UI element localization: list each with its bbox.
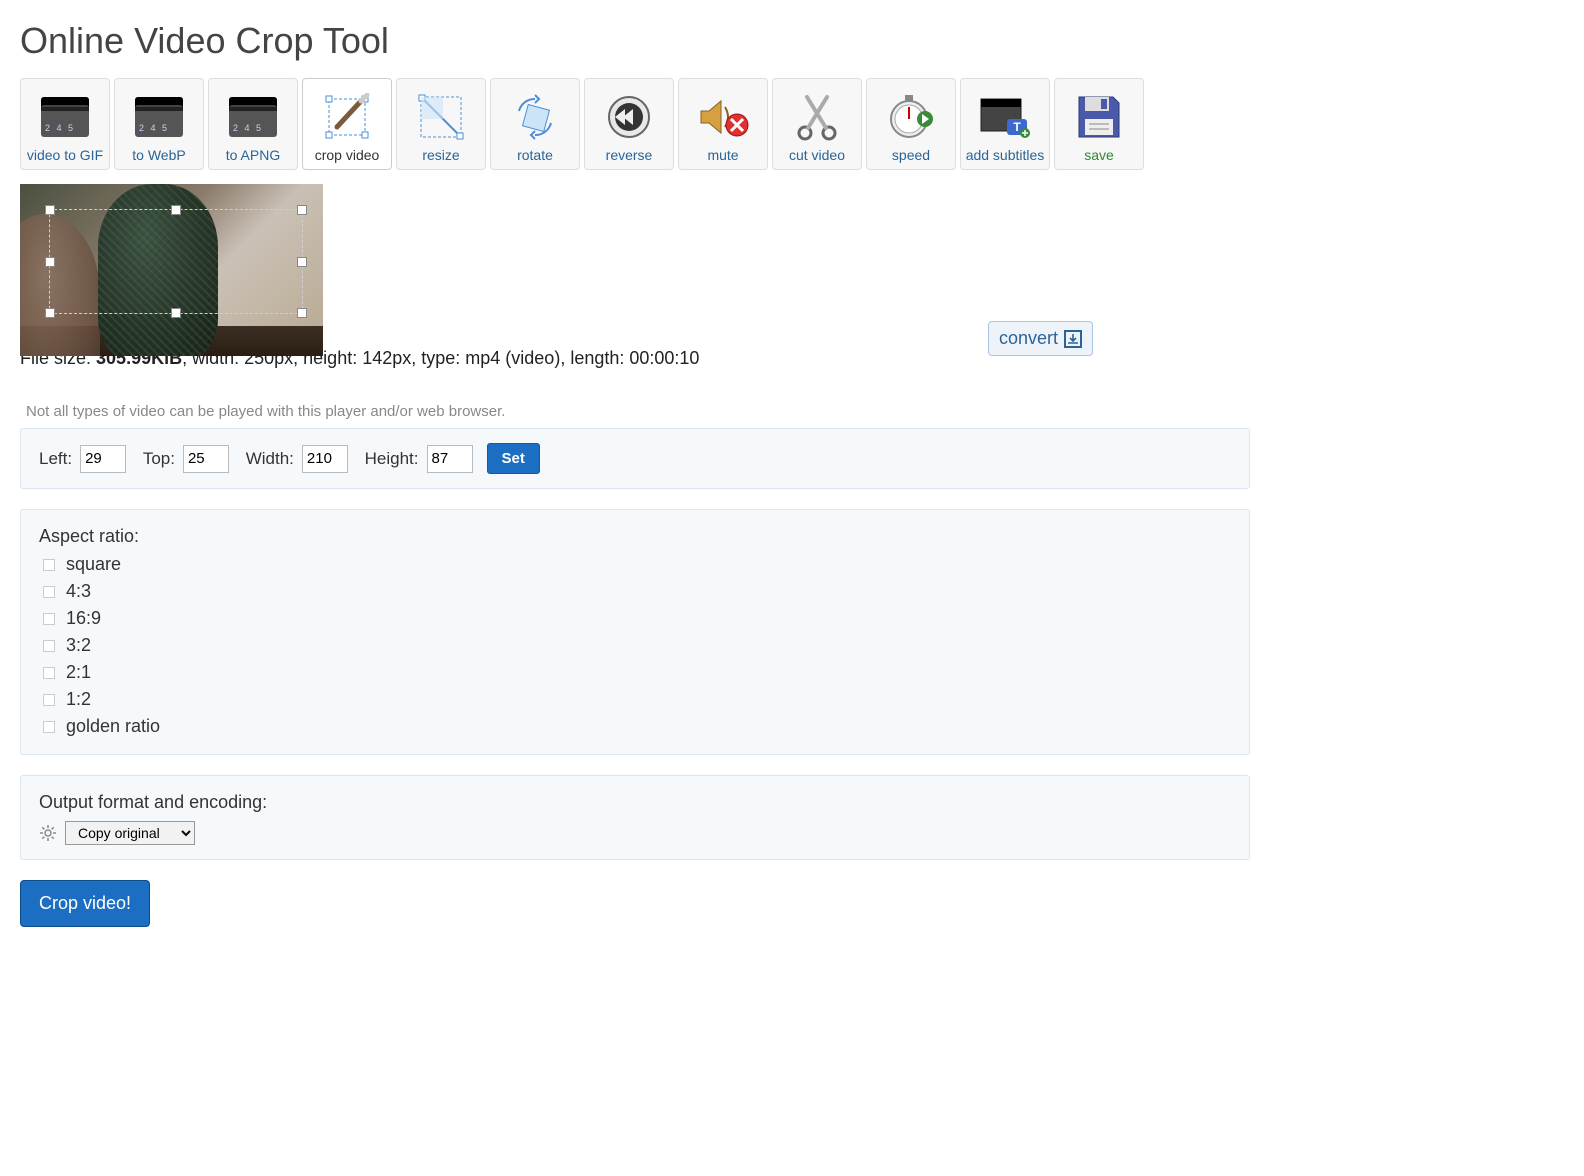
aspect-ratio-title: Aspect ratio: [39,526,1231,547]
tool-save[interactable]: save [1054,78,1144,170]
width-input[interactable] [302,445,348,473]
tool-label: resize [422,147,459,163]
aspect-option: 2:1 [39,659,1231,686]
aspect-checkbox-21[interactable] [43,667,55,679]
aspect-checkbox-32[interactable] [43,640,55,652]
height-input[interactable] [427,445,473,473]
output-format-panel: Output format and encoding: Copy origina… [20,775,1250,860]
tool-videotogif[interactable]: video to GIF [20,78,110,170]
videotogif-icon [39,91,91,143]
aspect-label: 2:1 [66,659,91,686]
tool-label: crop video [315,147,380,163]
aspect-option: golden ratio [39,713,1231,740]
aspect-label: golden ratio [66,713,160,740]
width-label: Width: [246,449,294,469]
aspect-option: 4:3 [39,578,1231,605]
mute-icon [697,91,749,143]
preview-area [20,184,323,356]
tool-label: to WebP [132,147,185,163]
tool-label: mute [707,147,738,163]
coordinates-panel: Left: Top: Width: Height: Set [20,428,1250,489]
tool-label: cut video [789,147,845,163]
aspect-label: 4:3 [66,578,91,605]
tool-label: add subtitles [966,147,1045,163]
set-button[interactable]: Set [487,443,540,474]
tool-reverse[interactable]: reverse [584,78,674,170]
tool-label: rotate [517,147,553,163]
left-input[interactable] [80,445,126,473]
crop-handle-e[interactable] [297,257,307,267]
resize-icon [415,91,467,143]
aspect-label: 16:9 [66,605,101,632]
tool-cropvideo[interactable]: crop video [302,78,392,170]
aspect-label: square [66,551,121,578]
tool-resize[interactable]: resize [396,78,486,170]
tool-mute[interactable]: mute [678,78,768,170]
aspect-option: 16:9 [39,605,1231,632]
cutvideo-icon [791,91,843,143]
aspect-checkbox-square[interactable] [43,559,55,571]
convert-label: convert [999,328,1058,349]
aspect-checkbox-169[interactable] [43,613,55,625]
save-icon [1073,91,1125,143]
top-label: Top: [143,449,175,469]
crop-handle-sw[interactable] [45,308,55,318]
crop-video-button[interactable]: Crop video! [20,880,150,927]
gear-icon [39,824,57,842]
aspect-checkbox-goldenratio[interactable] [43,721,55,733]
tool-rotate[interactable]: rotate [490,78,580,170]
page-title: Online Video Crop Tool [20,20,1564,62]
crop-handle-se[interactable] [297,308,307,318]
aspect-checkbox-12[interactable] [43,694,55,706]
aspect-ratio-panel: Aspect ratio: square4:316:93:22:11:2gold… [20,509,1250,755]
tool-label: to APNG [226,147,280,163]
reverse-icon [603,91,655,143]
toolbar: video to GIF to WebP to APNG crop video resi… [20,78,1564,170]
tool-cutvideo[interactable]: cut video [772,78,862,170]
player-note: Not all types of video can be played wit… [26,403,1564,420]
tool-towebp[interactable]: to WebP [114,78,204,170]
video-preview[interactable] [20,184,323,356]
aspect-checkbox-43[interactable] [43,586,55,598]
tool-speed[interactable]: speed [866,78,956,170]
tool-label: reverse [606,147,653,163]
download-icon [1064,330,1082,348]
toapng-icon [227,91,279,143]
aspect-label: 3:2 [66,632,91,659]
tool-addsubtitles[interactable]: Tadd subtitles [960,78,1050,170]
convert-button[interactable]: convert [988,321,1093,356]
speed-icon [885,91,937,143]
tool-label: speed [892,147,930,163]
output-format-title: Output format and encoding: [39,792,1231,813]
tool-toapng[interactable]: to APNG [208,78,298,170]
height-label: Height: [365,449,419,469]
aspect-option: square [39,551,1231,578]
crop-handle-w[interactable] [45,257,55,267]
crop-handle-n[interactable] [171,205,181,215]
addsubtitles-icon: T [979,91,1031,143]
crop-handle-ne[interactable] [297,205,307,215]
tool-label: video to GIF [27,147,103,163]
crop-handle-s[interactable] [171,308,181,318]
output-format-select[interactable]: Copy original [65,821,195,845]
crop-selection[interactable] [49,209,303,314]
tool-label: save [1084,147,1114,163]
crop-handle-nw[interactable] [45,205,55,215]
towebp-icon [133,91,185,143]
left-label: Left: [39,449,72,469]
cropvideo-icon [321,91,373,143]
aspect-label: 1:2 [66,686,91,713]
top-input[interactable] [183,445,229,473]
aspect-option: 1:2 [39,686,1231,713]
aspect-option: 3:2 [39,632,1231,659]
rotate-icon [509,91,561,143]
